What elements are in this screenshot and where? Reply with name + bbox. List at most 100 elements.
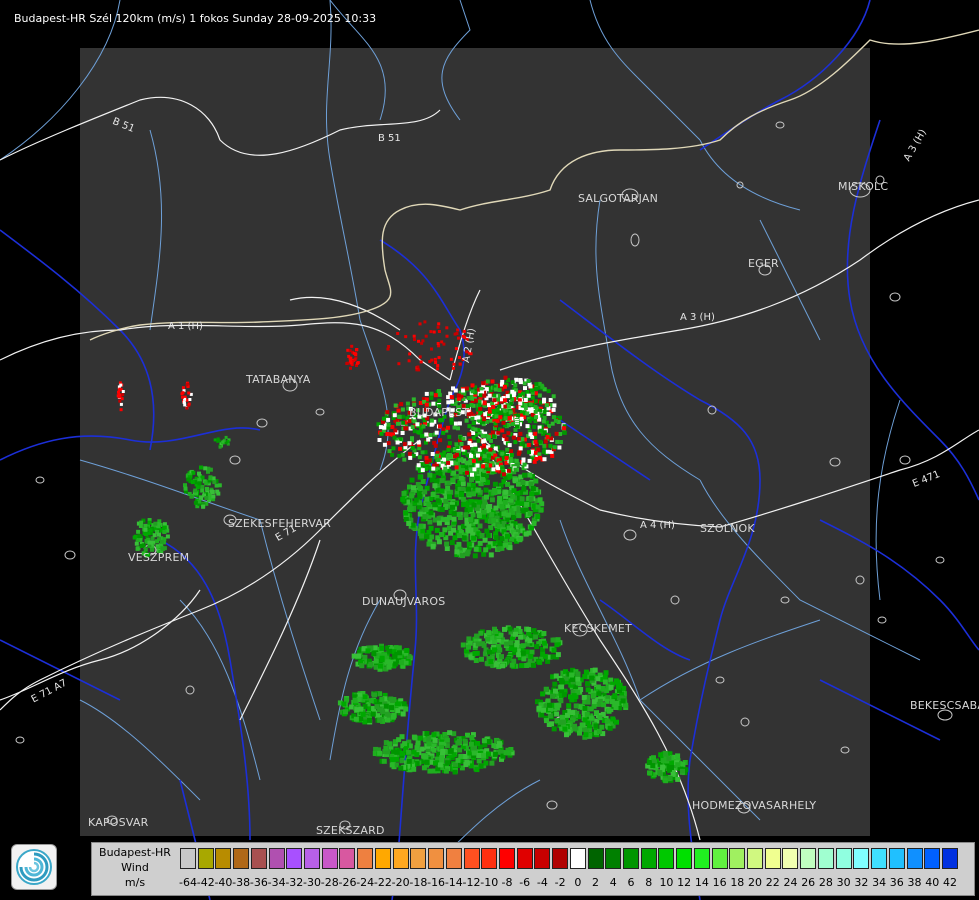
echo-pixel [467,424,472,429]
echo-pixel [200,488,205,493]
echo-pixel [458,475,464,481]
echo-pixel [401,414,406,419]
echo-pixel [424,534,430,540]
echo-pixel [389,757,395,763]
echo-pixel [137,534,142,539]
echo-pixel [408,506,414,512]
echo-pixel [579,722,585,728]
echo-pixel [562,426,567,431]
echo-pixel [439,488,445,494]
echo-pixel [449,540,455,546]
radar-map [0,0,979,900]
echo-pixel [454,549,460,555]
echo-pixel [558,678,564,683]
echo-pixel [372,645,378,651]
echo-pixel [531,662,536,668]
echo-pixel [486,739,492,744]
city-label-miskolc: MISKOLC [838,180,889,193]
legend-swatch [410,848,427,869]
echo-pixel [535,504,541,510]
echo-pixel [482,393,487,398]
echo-pixel [445,760,451,766]
echo-pixel [542,399,546,404]
echo-pixel [356,653,361,659]
echo-pixel [572,723,578,729]
echo-pixel [521,486,527,492]
echo-pixel [505,481,511,487]
echo-pixel [589,675,595,681]
echo-pixel [402,741,408,747]
echo-pixel [503,398,507,403]
echo-pixel [440,340,444,344]
echo-pixel [436,458,441,462]
echo-pixel [400,496,406,502]
echo-pixel [373,658,379,664]
echo-pixel [475,641,481,647]
echo-pixel [498,415,503,420]
echo-pixel [397,650,402,656]
echo-pixel [493,505,499,511]
echo-pixel [430,543,436,549]
echo-pixel [680,761,686,767]
echo-pixel [433,393,438,398]
echo-pixel [435,498,441,504]
echo-pixel [221,440,225,444]
echo-pixel [651,755,656,761]
echo-pixel [518,401,523,406]
echo-pixel [444,541,450,547]
echo-pixel [530,486,536,491]
echo-pixel [503,542,509,548]
echo-pixel [526,393,531,398]
echo-pixel [666,756,672,762]
echo-pixel [518,446,523,451]
echo-pixel [455,740,461,746]
echo-pixel [476,438,481,443]
legend-swatch [853,848,870,869]
echo-pixel [439,507,445,512]
echo-pixel [675,753,681,759]
echo-pixel [416,463,421,468]
echo-pixel [663,778,669,784]
echo-pixel [116,394,120,398]
echo-pixel [224,435,228,439]
echo-pixel [204,496,209,500]
echo-pixel [472,651,478,656]
echo-pixel [406,758,412,764]
echo-pixel [492,647,497,653]
echo-pixel [474,475,480,481]
echo-pixel [412,334,416,338]
echo-pixel [429,422,434,427]
echo-pixel [410,425,415,430]
echo-pixel [413,497,419,503]
echo-pixel [474,633,480,639]
echo-pixel [398,446,403,451]
echo-pixel [445,334,449,338]
echo-pixel [418,523,424,529]
echo-pixel [515,500,521,506]
echo-pixel [514,377,519,382]
echo-pixel [214,483,219,488]
echo-pixel [401,420,406,425]
echo-pixel [436,367,439,371]
echo-pixel [407,419,412,424]
echo-pixel [415,422,420,427]
echo-pixel [521,391,526,396]
echo-pixel [552,445,557,450]
echo-pixel [464,760,470,766]
echo-pixel [465,470,469,475]
echo-pixel [497,404,502,409]
echo-pixel [481,439,486,444]
echo-pixel [118,399,122,403]
echo-pixel [493,629,499,634]
echo-pixel [444,516,450,522]
echo-pixel [607,725,613,731]
echo-pixel [562,430,567,435]
echo-pixel [525,390,530,394]
echo-pixel [481,738,487,744]
echo-pixel [407,441,412,446]
echo-pixel [377,750,383,756]
echo-pixel [458,470,463,475]
echo-pixel [615,679,621,685]
echo-pixel [410,446,415,450]
echo-pixel [466,491,472,497]
